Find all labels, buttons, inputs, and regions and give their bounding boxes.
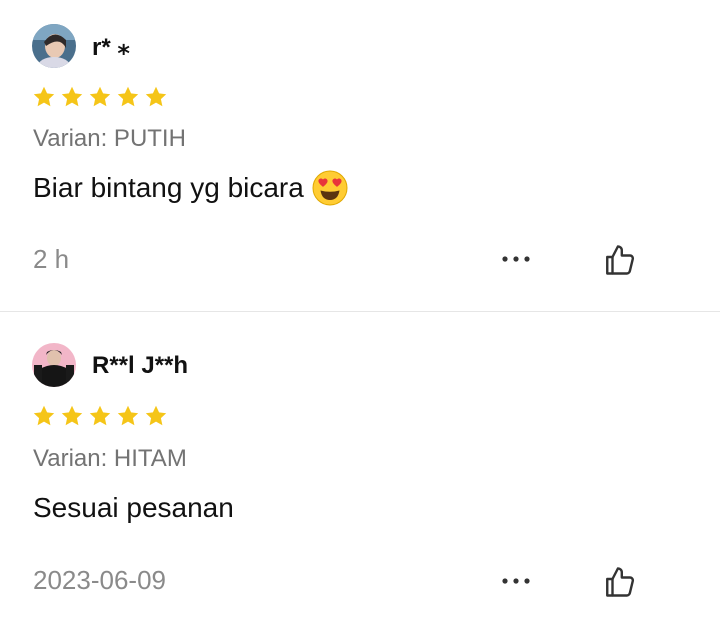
more-dots-icon [502, 578, 530, 584]
star-icon [61, 405, 83, 426]
review-comment-text: Sesuai pesanan [33, 492, 234, 523]
review-comment-text: Biar bintang yg bicara [33, 172, 304, 203]
review-time: 2023-06-09 [33, 565, 166, 595]
more-options-button[interactable] [494, 249, 538, 269]
username: R**l J**h [92, 352, 189, 379]
like-button[interactable] [600, 240, 640, 280]
review-comment: Sesuai pesanan [33, 492, 234, 524]
more-dots-icon [502, 256, 530, 262]
star-icon [145, 86, 167, 107]
star-icon [61, 86, 83, 107]
star-icon [145, 405, 167, 426]
star-icon [89, 86, 111, 107]
avatar[interactable] [32, 24, 76, 68]
thumbs-up-icon [606, 567, 635, 597]
review-item: R**l J**h Varian: HITAM Sesuai pesanan 2… [0, 312, 720, 633]
variant-label: Varian: HITAM [33, 445, 187, 472]
review-time: 2 h [33, 244, 70, 274]
star-rating [32, 85, 168, 109]
variant-label: Varian: PUTIH [33, 125, 186, 152]
star-icon [33, 86, 55, 107]
star-icon [33, 405, 55, 426]
more-options-button[interactable] [494, 571, 538, 591]
heart-eyes-emoji-icon [312, 170, 348, 206]
avatar[interactable] [32, 343, 76, 387]
thumbs-up-icon [606, 245, 635, 275]
review-item: r* ⁎ Varian: PUTIH Biar bintang yg bicar… [0, 0, 720, 311]
star-icon [89, 405, 111, 426]
star-rating [32, 404, 168, 428]
review-comment: Biar bintang yg bicara [33, 170, 348, 206]
star-icon [117, 405, 139, 426]
star-icon [117, 86, 139, 107]
username: r* ⁎ [92, 34, 130, 61]
like-button[interactable] [600, 562, 640, 602]
